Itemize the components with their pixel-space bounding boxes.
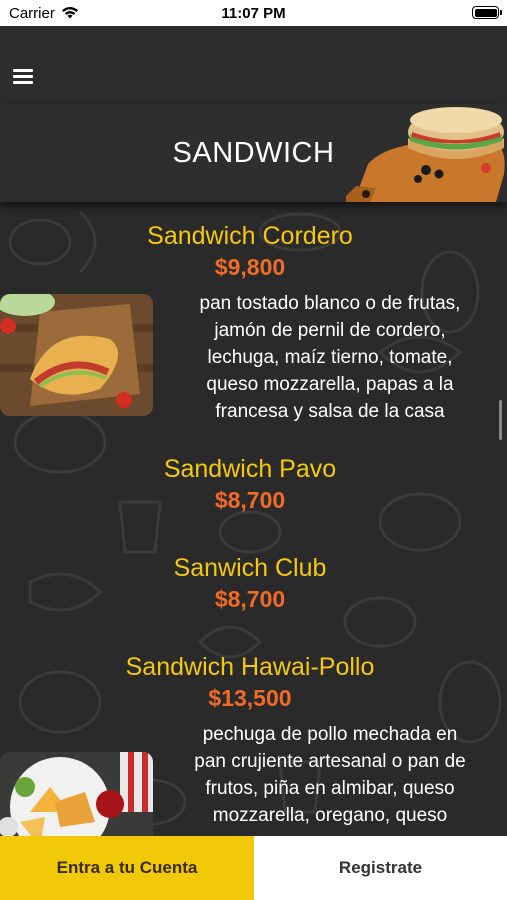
description-line: jamón de pernil de cordero, (214, 320, 446, 341)
clock-time: 11:07 PM (221, 5, 286, 22)
item-description: pechuga de pollo mechada en pan crujient… (175, 721, 485, 829)
description-line: mozzarella, oregano, queso (212, 805, 448, 826)
description-line: queso mozzarella, papas a la (206, 374, 454, 395)
description-line: pan tostado blanco o de frutas, (199, 293, 461, 314)
item-name[interactable]: Sandwich Hawai-Pollo (0, 653, 500, 682)
item-name[interactable]: Sandwich Pavo (0, 455, 500, 484)
description-line: frutos, piña en almibar, queso (205, 778, 455, 799)
item-price: $9,800 (214, 254, 286, 280)
login-button[interactable]: Entra a tu Cuenta (0, 836, 254, 900)
description-line: lechuga, maíz tierno, tomate, (207, 347, 453, 368)
sandwich-board-image (346, 107, 505, 202)
description-line: pechuga de pollo mechada en (202, 724, 458, 745)
menu-list[interactable]: Sandwich Cordero $9,800 pan tostado blan… (0, 202, 507, 836)
sandwich-hawai-pollo-photo[interactable] (0, 752, 153, 836)
hamburger-menu-icon[interactable] (13, 69, 33, 84)
item-price: $8,700 (214, 487, 286, 513)
sandwich-cordero-photo[interactable] (0, 294, 153, 416)
item-price: $8,700 (214, 586, 286, 612)
category-banner: SANDWICH (0, 104, 507, 202)
item-name[interactable]: Sanwich Club (0, 554, 500, 583)
description-line: pan crujiente artesanal o pan de (194, 751, 466, 772)
register-button[interactable]: Registrate (254, 836, 507, 900)
status-bar: Carrier 11:07 PM (0, 0, 507, 26)
navigation-bar (0, 26, 507, 104)
description-line: francesa y salsa de la casa (215, 401, 445, 422)
item-description: pan tostado blanco o de frutas, jamón de… (175, 290, 485, 425)
scroll-indicator[interactable] (499, 400, 502, 440)
battery-icon (472, 6, 502, 19)
item-price: $13,500 (208, 685, 292, 711)
item-name[interactable]: Sandwich Cordero (0, 222, 500, 251)
